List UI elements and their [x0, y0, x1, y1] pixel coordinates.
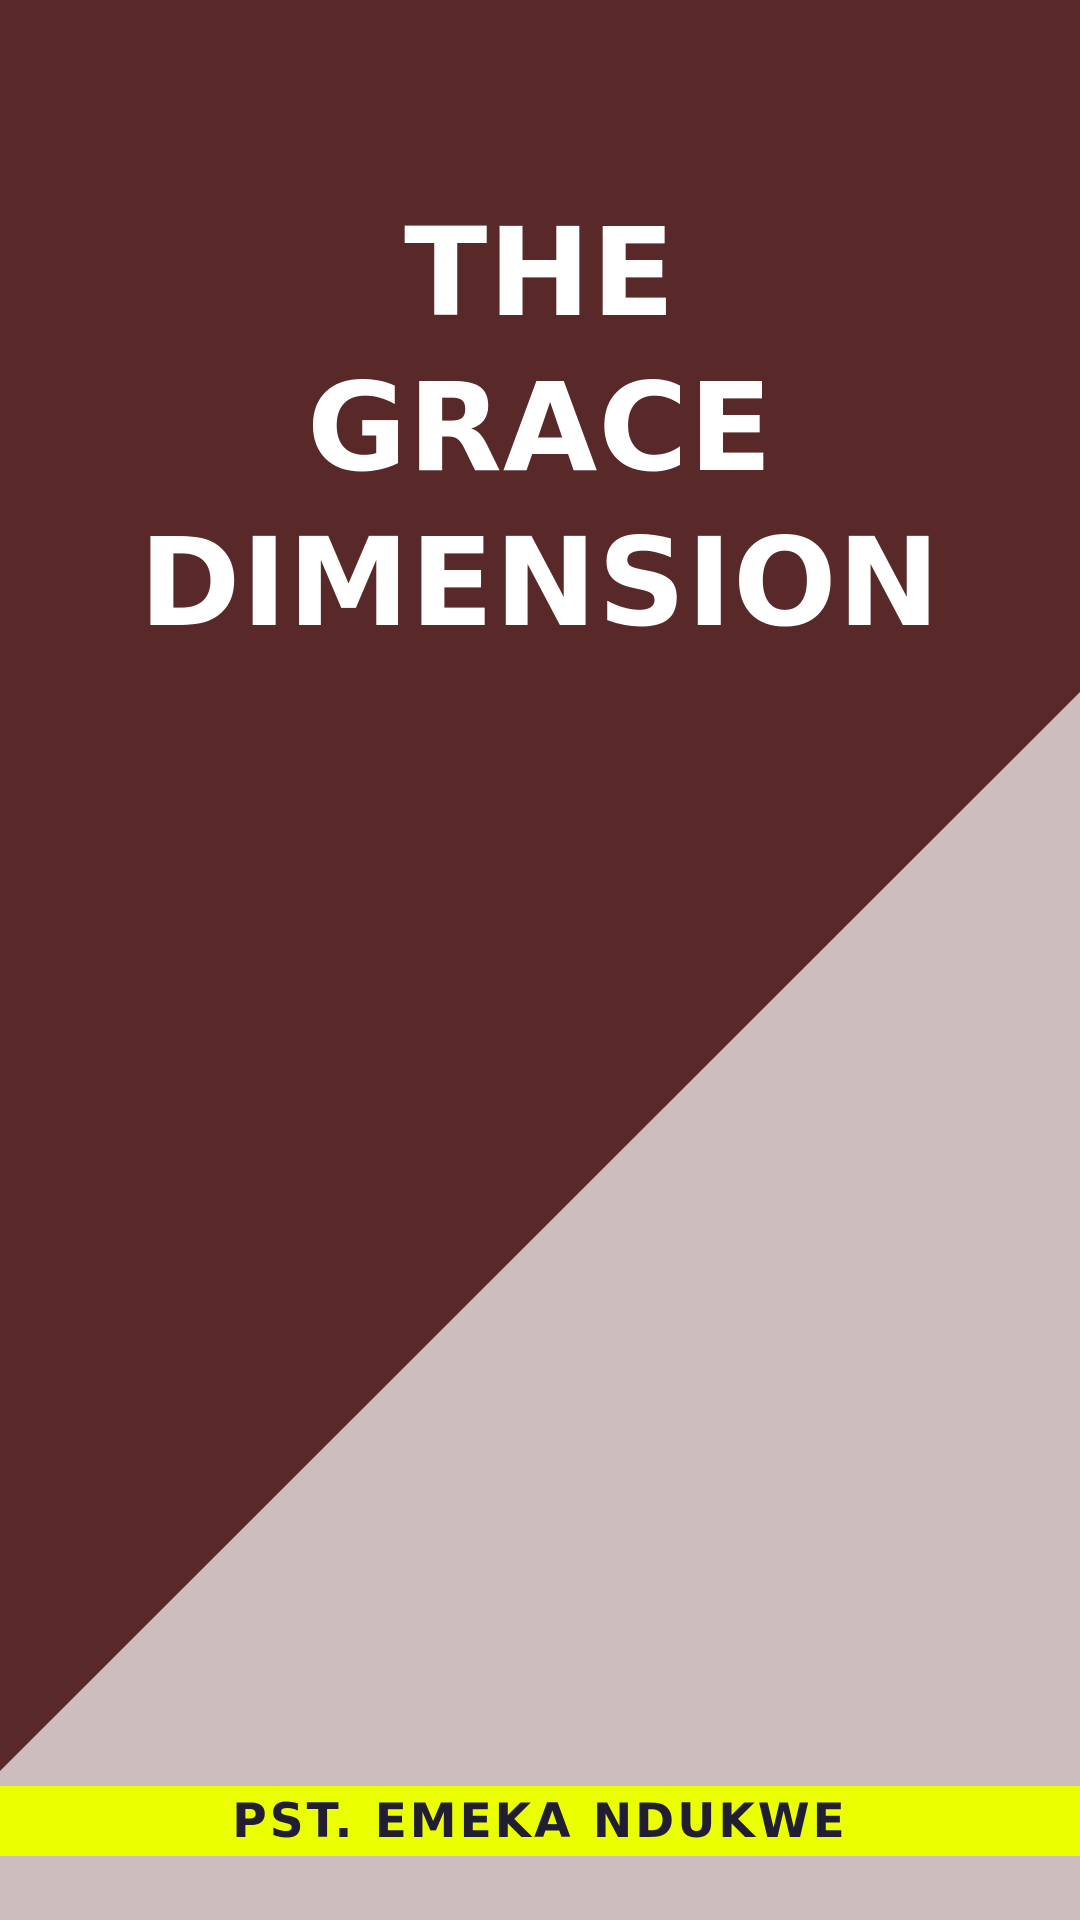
book-title: THE GRACE DIMENSION: [0, 196, 1080, 661]
book-title-line-1: THE: [404, 202, 676, 344]
author-band: PST. EMEKA NDUKWE: [0, 1786, 1080, 1856]
author-name: PST. EMEKA NDUKWE: [232, 1793, 848, 1849]
book-title-line-2: GRACE: [306, 357, 774, 499]
book-cover: THE GRACE DIMENSION PST. EMEKA NDUKWE: [0, 0, 1080, 1920]
book-title-line-3: DIMENSION: [139, 512, 941, 654]
